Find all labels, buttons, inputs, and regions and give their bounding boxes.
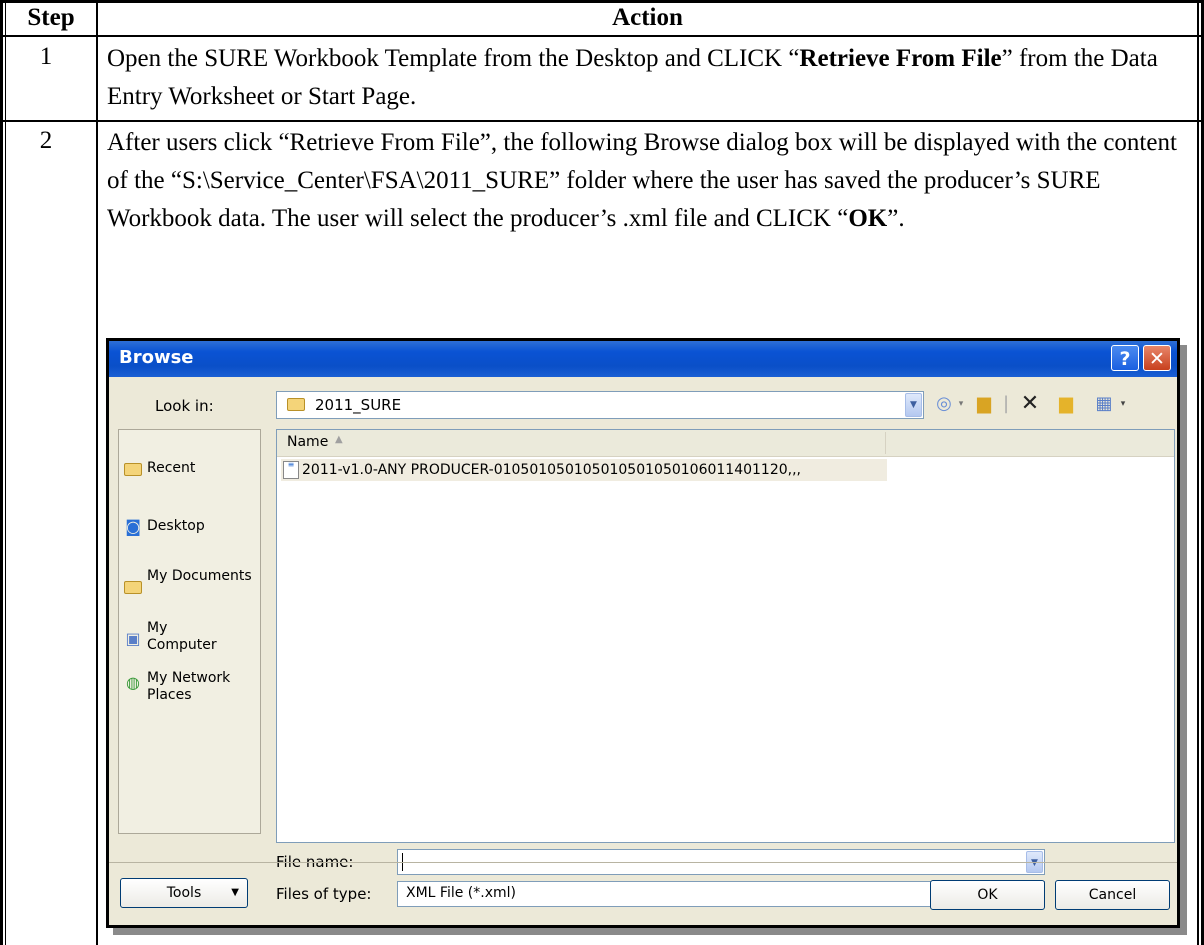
action-text-2-bold: OK xyxy=(848,205,888,232)
table-border-left xyxy=(0,0,3,945)
step-number-2: 2 xyxy=(39,127,53,154)
dialog-titlebar[interactable]: Browse ? ✕ xyxy=(109,341,1177,377)
file-name-chevron-down-icon[interactable]: ▼ xyxy=(1026,851,1043,873)
network-places-icon: ◍ xyxy=(126,673,140,692)
browse-dialog: Browse ? ✕ Look in: 2011_SURE ▼ ◎ ▾ ▆ | … xyxy=(106,338,1180,928)
action-text-1-start: Open the SURE Workbook Template from the… xyxy=(107,45,800,72)
help-button[interactable]: ? xyxy=(1111,345,1139,371)
file-list-item[interactable]: ≡ 2011-v1.0-ANY PRODUCER-0105010501050105… xyxy=(281,459,887,481)
file-type-label: Files of type: xyxy=(276,885,372,903)
file-name-label: File name: xyxy=(276,853,354,871)
my-documents-icon xyxy=(123,578,143,598)
place-recent-label: Recent xyxy=(147,460,196,476)
place-desktop-label: Desktop xyxy=(147,518,205,534)
table-border-right xyxy=(1197,0,1199,945)
action-text-2-end: ”. xyxy=(887,205,905,232)
look-in-value: 2011_SURE xyxy=(315,396,402,414)
sort-ascending-icon: ▲ xyxy=(335,434,343,445)
name-column-header[interactable]: Name ▲ xyxy=(277,430,1174,457)
file-type-value: XML File (*.xml) xyxy=(406,885,516,901)
cancel-button[interactable]: Cancel xyxy=(1055,880,1170,910)
place-my-computer-label: My Computer xyxy=(147,620,217,653)
action-text-1-bold: Retrieve From File xyxy=(799,45,1002,72)
dialog-toolbar: ◎ ▾ ▆ | ✕ ▆ ▦ ▾ xyxy=(931,391,1177,419)
recent-folder-icon xyxy=(123,460,143,480)
step-column-header: Step xyxy=(27,4,75,31)
column-divider xyxy=(885,432,886,454)
table-border-header xyxy=(0,35,1204,37)
new-folder-icon[interactable]: ▆ xyxy=(1053,391,1079,417)
place-my-documents-label: My Documents xyxy=(147,568,252,584)
desktop-icon: ◙ xyxy=(125,517,141,536)
name-column-label: Name xyxy=(287,434,329,450)
up-folder-icon[interactable]: ▆ xyxy=(971,391,997,417)
tools-button-label: Tools xyxy=(166,885,202,901)
my-computer-icon: ▣ xyxy=(125,629,141,648)
toolbar-separator: | xyxy=(1003,393,1010,414)
views-icon[interactable]: ▦ xyxy=(1091,391,1117,417)
folder-icon xyxy=(287,398,305,411)
text-cursor xyxy=(402,853,403,871)
step-number-1: 1 xyxy=(39,43,53,70)
close-button[interactable]: ✕ xyxy=(1143,345,1171,371)
look-in-label: Look in: xyxy=(155,397,214,415)
back-dropdown-icon[interactable]: ▾ xyxy=(955,391,967,417)
places-bar: Recent ◙ Desktop My Documents ▣ My Compu… xyxy=(118,429,261,834)
look-in-dropdown[interactable]: 2011_SURE ▼ xyxy=(276,391,924,419)
action-text-2-body: After users click “Retrieve From File”, … xyxy=(107,129,1177,232)
ok-button[interactable]: OK xyxy=(930,880,1045,910)
table-border-col xyxy=(96,0,98,945)
action-column-header: Action xyxy=(612,4,683,31)
tools-dropdown-icon: ▼ xyxy=(231,887,239,898)
action-text-2: After users click “Retrieve From File”, … xyxy=(107,124,1193,238)
place-network-label: My Network Places xyxy=(147,670,231,703)
dialog-title: Browse xyxy=(119,347,194,368)
chevron-down-icon[interactable]: ▼ xyxy=(905,393,922,417)
tools-menu-button[interactable]: Tools ▼ xyxy=(120,878,248,908)
xml-file-icon: ≡ xyxy=(283,461,299,479)
delete-icon[interactable]: ✕ xyxy=(1017,391,1043,417)
action-text-1: Open the SURE Workbook Template from the… xyxy=(107,40,1193,116)
back-icon[interactable]: ◎ xyxy=(931,391,957,417)
file-name-field[interactable]: ▼ xyxy=(397,849,1045,875)
file-list[interactable]: Name ▲ ≡ 2011-v1.0-ANY PRODUCER-010501050… xyxy=(276,429,1175,843)
views-dropdown-icon[interactable]: ▾ xyxy=(1117,391,1129,417)
file-list-item-label: 2011-v1.0-ANY PRODUCER-01050105010501050… xyxy=(302,462,801,478)
table-border-row1 xyxy=(0,120,1204,122)
